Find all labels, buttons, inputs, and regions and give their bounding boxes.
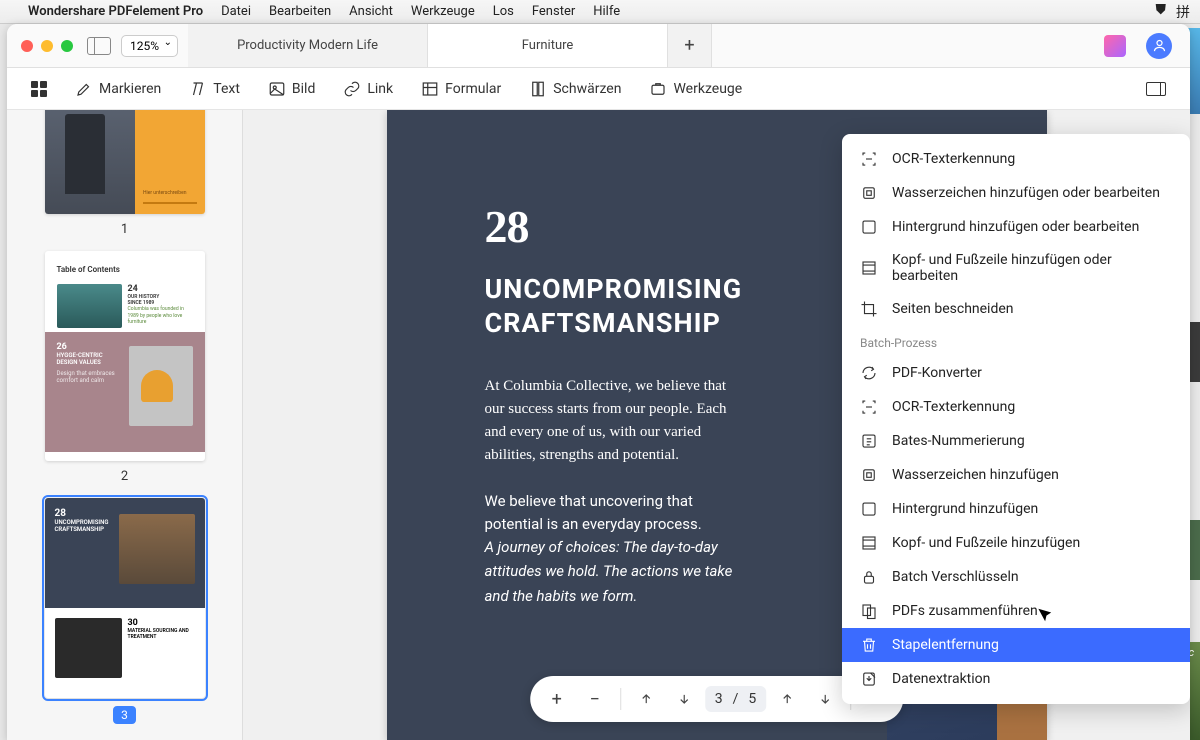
page-number-2: 2: [121, 469, 128, 484]
last-page-button[interactable]: [667, 682, 701, 716]
menu-ansicht[interactable]: Ansicht: [349, 4, 393, 19]
link-tool[interactable]: Link: [343, 80, 393, 98]
dd-ocr[interactable]: OCR-Texterkennung: [842, 142, 1190, 176]
macos-menubar: Wondershare PDFelement Pro Datei Bearbei…: [0, 0, 1200, 24]
dd-data-extraction[interactable]: Datenextraktion: [842, 662, 1190, 696]
page-paragraph-1: At Columbia Collective, we believe that …: [485, 375, 745, 468]
zoom-select[interactable]: 125%: [121, 35, 178, 57]
thumbnail-panel[interactable]: Hier unterschreiben 1 Table of Contents …: [7, 110, 243, 740]
sidebar-toggle-button[interactable]: [87, 37, 111, 55]
mouse-cursor-icon: [1035, 605, 1057, 631]
zoom-value: 125%: [130, 39, 159, 53]
menu-bearbeiten[interactable]: Bearbeiten: [269, 4, 331, 19]
dd-batch-watermark[interactable]: Wasserzeichen hinzufügen: [842, 458, 1190, 492]
dd-pdf-converter[interactable]: PDF-Konverter: [842, 356, 1190, 390]
text-tool[interactable]: Text: [189, 80, 240, 98]
app-window: 125% Productivity Modern Life Furniture …: [7, 24, 1190, 740]
thumbnail-page-2[interactable]: Table of Contents 24 OUR HISTORY SINCE 1…: [45, 251, 205, 461]
minimize-window-button[interactable]: [41, 40, 53, 52]
thumbnails-view-button[interactable]: [31, 81, 47, 97]
close-window-button[interactable]: [21, 40, 33, 52]
window-controls: [7, 40, 87, 52]
thumbnail-page-1[interactable]: Hier unterschreiben: [45, 110, 205, 214]
dd-batch-background[interactable]: Hintergrund hinzufügen: [842, 492, 1190, 526]
dd-crop[interactable]: Seiten beschneiden: [842, 292, 1190, 326]
image-tool[interactable]: Bild: [268, 80, 315, 98]
main-toolbar: Markieren Text Bild Link Formular Schwär…: [7, 68, 1190, 110]
page-paragraph-2: We believe that uncovering that potentia…: [485, 490, 745, 609]
dd-watermark-edit[interactable]: Wasserzeichen hinzufügen oder bearbeiten: [842, 176, 1190, 210]
total-pages: 5: [748, 691, 756, 707]
app-name[interactable]: Wondershare PDFelement Pro: [28, 4, 203, 19]
document-tabs: Productivity Modern Life Furniture +: [188, 24, 1086, 67]
menu-werkzeuge[interactable]: Werkzeuge: [411, 4, 475, 19]
zoom-out-button[interactable]: −: [578, 682, 612, 716]
dd-batch-header-footer[interactable]: Kopf- und Fußzeile hinzufügen: [842, 526, 1190, 560]
prev-page-button[interactable]: [770, 682, 804, 716]
next-page-button[interactable]: [808, 682, 842, 716]
dd-section-label: Batch-Prozess: [842, 326, 1190, 356]
titlebar: 125% Productivity Modern Life Furniture …: [7, 24, 1190, 68]
page-number-3-active: 3: [113, 706, 136, 724]
form-tool[interactable]: Formular: [421, 80, 501, 98]
first-page-button[interactable]: [629, 682, 663, 716]
tools-menu-button[interactable]: Werkzeuge: [649, 80, 742, 98]
tools-dropdown: OCR-Texterkennung Wasserzeichen hinzufüg…: [842, 134, 1190, 704]
dd-bates[interactable]: Bates-Nummerierung: [842, 424, 1190, 458]
tab-productivity[interactable]: Productivity Modern Life: [188, 24, 428, 67]
dd-header-footer-edit[interactable]: Kopf- und Fußzeile hinzufügen oder bearb…: [842, 244, 1190, 292]
panel-toggle-button[interactable]: [1146, 82, 1166, 96]
new-tab-button[interactable]: +: [668, 24, 712, 67]
dd-background-edit[interactable]: Hintergrund hinzufügen oder bearbeiten: [842, 210, 1190, 244]
menu-datei[interactable]: Datei: [221, 4, 251, 19]
redact-tool[interactable]: Schwärzen: [529, 80, 621, 98]
page-number-1: 1: [121, 222, 128, 237]
menu-hilfe[interactable]: Hilfe: [593, 4, 620, 19]
current-page: 3: [715, 691, 723, 707]
menu-fenster[interactable]: Fenster: [532, 4, 575, 19]
menu-los[interactable]: Los: [493, 4, 514, 19]
thumbnail-page-3[interactable]: 28 UNCOMPROMISING CRAFTSMANSHIP 30 MATER…: [45, 498, 205, 698]
app-brand-icon[interactable]: [1104, 35, 1126, 57]
input-method-icon[interactable]: 拼: [1176, 2, 1190, 22]
zoom-in-button[interactable]: +: [540, 682, 574, 716]
page-indicator[interactable]: 3 / 5: [705, 686, 767, 712]
maximize-window-button[interactable]: [61, 40, 73, 52]
tab-furniture[interactable]: Furniture: [428, 24, 668, 67]
dd-batch-encrypt[interactable]: Batch Verschlüsseln: [842, 560, 1190, 594]
highlight-tool[interactable]: Markieren: [75, 80, 161, 98]
dd-merge-pdfs[interactable]: PDFs zusammenführen: [842, 594, 1190, 628]
account-button[interactable]: [1146, 33, 1172, 59]
dd-batch-ocr[interactable]: OCR-Texterkennung: [842, 390, 1190, 424]
shield-icon[interactable]: ⛊: [1156, 2, 1167, 22]
dd-batch-remove[interactable]: Stapelentfernung: [842, 628, 1190, 662]
